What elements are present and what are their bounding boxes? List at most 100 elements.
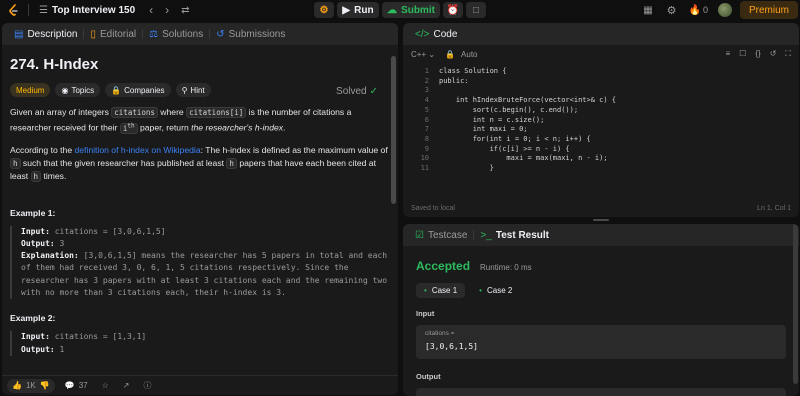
premium-button[interactable]: Premium bbox=[739, 1, 798, 19]
thumbs-down-icon[interactable]: 👎 bbox=[40, 381, 50, 390]
tab-solutions[interactable]: ⚖ Solutions bbox=[143, 23, 209, 45]
help-icon[interactable]: ⓘ bbox=[143, 380, 151, 391]
comment-icon: 💬 bbox=[64, 381, 75, 390]
debug-button[interactable]: ⚙ bbox=[314, 2, 334, 18]
star-icon[interactable]: ☆ bbox=[102, 381, 109, 390]
companies-button[interactable]: 🔒 Companies bbox=[105, 83, 171, 97]
code-line[interactable]: class Solution { bbox=[439, 67, 616, 77]
chevron-down-icon: ⌄ bbox=[428, 49, 436, 59]
avatar[interactable] bbox=[717, 3, 732, 17]
case-2-tab[interactable]: • Case 2 bbox=[471, 283, 520, 298]
result-scrollbar[interactable] bbox=[793, 224, 798, 384]
tab-testcase[interactable]: ☑ Testcase bbox=[409, 224, 473, 246]
cloud-upload-icon: ☁ bbox=[387, 4, 398, 16]
example-2-title: Example 2: bbox=[10, 313, 56, 324]
code-line[interactable] bbox=[439, 86, 616, 96]
line-number: 9 bbox=[424, 144, 429, 153]
notes-button[interactable]: □ bbox=[466, 2, 486, 18]
problem-statement: Given an array of integers citations whe… bbox=[10, 107, 352, 134]
code-line[interactable]: if(c[i] >= n - i) { bbox=[439, 145, 616, 155]
line-number: 3 bbox=[424, 86, 429, 95]
prev-problem-icon[interactable]: ‹ bbox=[149, 3, 153, 17]
line-number: 10 bbox=[420, 154, 429, 163]
example-1-block: Input: citations = [3,0,6,1,5] Output: 3… bbox=[10, 225, 390, 300]
bookmark-icon[interactable]: ☐ bbox=[739, 49, 746, 59]
verdict: Accepted bbox=[416, 259, 471, 273]
line-number: 8 bbox=[424, 134, 429, 143]
code-panel: </> Code C++ ⌄ 🔒 Auto ≡ ☐ {} ↺ ⛶ 1234567… bbox=[403, 23, 799, 217]
wikipedia-link[interactable]: definition of h-index on Wikipedia bbox=[75, 145, 201, 155]
next-problem-icon[interactable]: › bbox=[165, 3, 169, 17]
description-panel: ▤ Description ▯ Editorial ⚖ Solutions ↺ … bbox=[2, 23, 398, 395]
line-number: 2 bbox=[424, 76, 429, 85]
tab-editorial[interactable]: ▯ Editorial bbox=[84, 23, 142, 45]
tab-description[interactable]: ▤ Description bbox=[8, 23, 83, 45]
comments-button[interactable]: 💬 37 bbox=[65, 381, 88, 390]
layout-icon[interactable]: ▦ bbox=[643, 5, 652, 16]
line-number: 5 bbox=[424, 105, 429, 114]
lock-icon: 🔒 bbox=[445, 49, 456, 59]
line-number: 7 bbox=[424, 125, 429, 134]
code-panel-header: </> Code bbox=[403, 23, 799, 45]
streak-count: 0 bbox=[702, 5, 708, 15]
leetcode-logo[interactable] bbox=[6, 2, 20, 18]
checkbox-icon: ☑ bbox=[415, 229, 424, 241]
difficulty-badge: Medium bbox=[10, 83, 51, 97]
lightbulb-icon: ⚲ bbox=[181, 85, 188, 95]
problem-list-title[interactable]: Top Interview 150 bbox=[52, 5, 135, 16]
settings-icon[interactable]: ⚙ bbox=[667, 4, 677, 17]
line-numbers: 1 2 3 4 5 6 7 8 9 10 11 bbox=[403, 67, 433, 174]
tab-submissions[interactable]: ↺ Submissions bbox=[210, 23, 291, 45]
problem-tags: Medium ◉ Topics 🔒 Companies ⚲ Hint bbox=[10, 83, 390, 97]
format-icon[interactable]: ≡ bbox=[726, 49, 731, 59]
language-select[interactable]: C++ ⌄ bbox=[411, 50, 435, 59]
code-line[interactable]: } bbox=[439, 164, 616, 174]
topics-button[interactable]: ◉ Topics bbox=[55, 83, 101, 97]
reset-icon[interactable]: ↺ bbox=[770, 49, 777, 59]
case-1-tab[interactable]: • Case 1 bbox=[416, 283, 466, 298]
runtime: Runtime: 0 ms bbox=[480, 263, 532, 272]
param-name: citations = bbox=[425, 330, 455, 337]
run-button[interactable]: ▶ Run bbox=[337, 2, 379, 18]
timer-button[interactable]: ⏰ bbox=[443, 2, 463, 18]
description-scrollbar[interactable] bbox=[391, 56, 396, 204]
problem-description: 274. H-Index Medium ◉ Topics 🔒 Companies… bbox=[2, 56, 398, 356]
result-tabs: ☑ Testcase >_ Test Result bbox=[403, 224, 799, 246]
tab-code[interactable]: </> Code bbox=[409, 23, 463, 45]
code-line[interactable]: int n = c.size(); bbox=[439, 116, 616, 126]
output-heading: Output bbox=[416, 372, 441, 381]
solved-status: Solved ✓ bbox=[336, 86, 378, 97]
saved-status: Saved to local bbox=[411, 204, 455, 212]
autocomplete-mode[interactable]: Auto bbox=[461, 50, 477, 59]
tab-test-result[interactable]: >_ Test Result bbox=[474, 224, 555, 246]
submit-button[interactable]: ☁ Submit bbox=[382, 2, 440, 18]
source-code[interactable]: class Solution {public: int hIndexBruteF… bbox=[433, 67, 616, 174]
line-number: 6 bbox=[424, 115, 429, 124]
streak-fire-icon[interactable]: 🔥 bbox=[689, 5, 701, 16]
shuffle-icon[interactable]: ⇄ bbox=[181, 5, 189, 16]
problem-title: 274. H-Index bbox=[10, 56, 99, 73]
code-line[interactable]: int maxi = 0; bbox=[439, 125, 616, 135]
like-button[interactable]: 👍 1K 👎 bbox=[7, 378, 55, 393]
pass-dot-icon: • bbox=[424, 286, 427, 295]
panel-splitter[interactable] bbox=[593, 219, 609, 221]
code-toolbar: C++ ⌄ 🔒 Auto ≡ ☐ {} ↺ ⛶ bbox=[403, 45, 799, 63]
list-icon[interactable]: ☰ bbox=[39, 5, 48, 16]
hint-button[interactable]: ⚲ Hint bbox=[175, 83, 211, 97]
terminal-icon: >_ bbox=[480, 229, 492, 241]
code-line[interactable]: for(int i = 0; i < n; i++) { bbox=[439, 135, 616, 145]
braces-icon[interactable]: {} bbox=[755, 49, 760, 59]
fullscreen-icon[interactable]: ⛶ bbox=[785, 49, 791, 59]
line-number: 1 bbox=[424, 67, 429, 75]
code-line[interactable]: maxi = max(maxi, n - i); bbox=[439, 154, 616, 164]
code-line[interactable]: sort(c.begin(), c.end()); bbox=[439, 106, 616, 116]
book-icon: ▯ bbox=[90, 28, 96, 40]
code-line[interactable]: int hIndexBruteForce(vector<int>& c) { bbox=[439, 96, 616, 106]
lock-icon: 🔒 bbox=[111, 85, 122, 95]
tag-icon: ◉ bbox=[61, 85, 69, 95]
result-panel: ☑ Testcase >_ Test Result Accepted Runti… bbox=[403, 224, 799, 396]
code-editor[interactable]: 1 2 3 4 5 6 7 8 9 10 11 class Solution {public: in… bbox=[403, 67, 799, 174]
code-line[interactable]: public: bbox=[439, 77, 616, 87]
example-1-title: Example 1: bbox=[10, 207, 56, 218]
share-icon[interactable]: ↗ bbox=[123, 381, 130, 390]
